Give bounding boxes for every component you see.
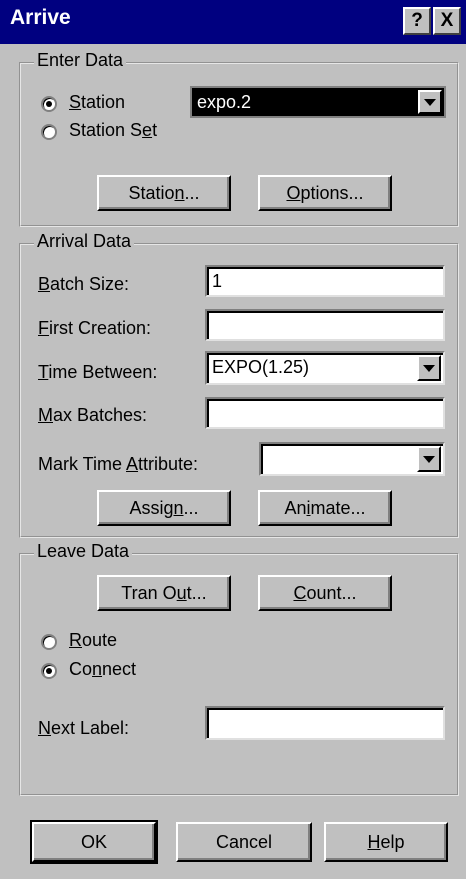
window-title: Arrive bbox=[10, 6, 71, 29]
connect-radio[interactable] bbox=[41, 663, 57, 679]
time-between-combo[interactable]: EXPO(1.25) bbox=[205, 351, 445, 385]
tran-out-button[interactable]: Tran Ou t... bbox=[97, 575, 231, 611]
options-button[interactable]: Options... bbox=[258, 175, 392, 211]
first-creation-label: First Creation: bbox=[38, 318, 152, 338]
leave-data-title: Leave Data bbox=[34, 541, 133, 562]
next-label-label: Next Label: bbox=[38, 718, 130, 738]
station-set-radio[interactable] bbox=[41, 124, 57, 140]
route-radio-label[interactable]: Route bbox=[69, 630, 117, 651]
arrival-data-title: Arrival Data bbox=[34, 231, 135, 252]
time-between-value: EXPO(1.25) bbox=[212, 357, 310, 377]
connect-radio-label[interactable]: Connect bbox=[69, 659, 136, 680]
first-creation-input[interactable] bbox=[205, 309, 445, 341]
max-batches-input[interactable] bbox=[205, 397, 445, 429]
max-batches-label: Max Batches: bbox=[38, 405, 148, 425]
cancel-button[interactable]: Cancel bbox=[176, 822, 312, 862]
time-between-label: Time Between: bbox=[38, 362, 158, 382]
mark-time-attribute-label: Mark Time Attribute: bbox=[38, 454, 199, 474]
assign-button[interactable]: Assig n... bbox=[97, 490, 231, 526]
route-radio[interactable] bbox=[41, 634, 57, 650]
station-combo-value: expo.2 bbox=[197, 92, 252, 112]
station-button[interactable]: Statio n... bbox=[97, 175, 231, 211]
help-button[interactable]: Help bbox=[324, 822, 448, 862]
help-icon[interactable]: ? bbox=[403, 7, 431, 35]
station-combo[interactable]: expo.2 bbox=[190, 86, 446, 118]
close-icon[interactable]: X bbox=[433, 7, 461, 35]
batch-size-label: Batch Size: bbox=[38, 274, 130, 294]
chevron-down-icon[interactable] bbox=[417, 355, 441, 381]
chevron-down-icon[interactable] bbox=[418, 90, 442, 114]
radio-selected-dot bbox=[46, 668, 52, 674]
title-bar: Arrive ? X bbox=[0, 0, 466, 44]
mark-time-attribute-combo[interactable] bbox=[259, 442, 445, 476]
station-radio-label[interactable]: Station bbox=[69, 92, 125, 113]
radio-selected-dot bbox=[46, 101, 52, 107]
ok-button[interactable]: OK bbox=[30, 820, 158, 864]
station-radio[interactable] bbox=[41, 96, 57, 112]
chevron-down-icon[interactable] bbox=[417, 446, 441, 472]
next-label-input[interactable] bbox=[205, 706, 445, 740]
count-button[interactable]: Count... bbox=[258, 575, 392, 611]
batch-size-input[interactable]: 1 bbox=[205, 265, 445, 297]
animate-button[interactable]: An i mate... bbox=[258, 490, 392, 526]
station-set-radio-label[interactable]: Station Set bbox=[69, 120, 157, 141]
enter-data-title: Enter Data bbox=[34, 50, 127, 71]
